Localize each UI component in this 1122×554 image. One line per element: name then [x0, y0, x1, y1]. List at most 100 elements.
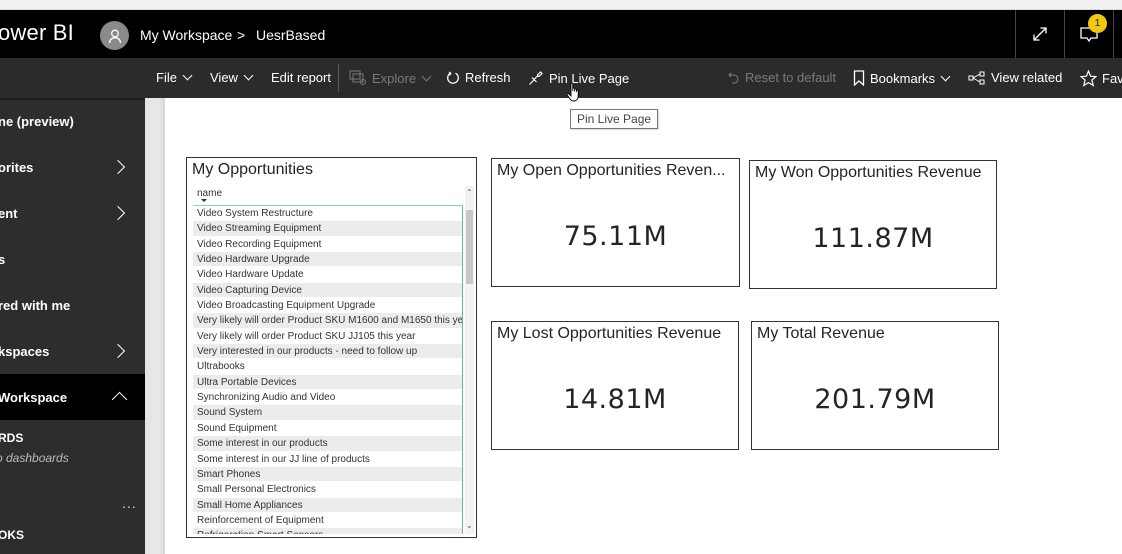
- breadcrumb-report[interactable]: UesrBased: [256, 27, 325, 43]
- table-row[interactable]: Small Home Appliances: [193, 497, 462, 513]
- bookmarks-label: Bookmarks: [870, 70, 936, 86]
- table-row[interactable]: Some interest in our JJ line of products: [193, 452, 462, 467]
- chevron-up-icon: [111, 391, 128, 408]
- sidebar-item-recent[interactable]: ent: [0, 190, 145, 236]
- share-nodes-icon: [968, 71, 985, 84]
- more-options-button[interactable]: ...: [122, 495, 137, 511]
- card-value: 201.79M: [814, 384, 936, 415]
- card-value: 75.11M: [563, 221, 668, 252]
- refresh-button[interactable]: Refresh: [446, 70, 511, 85]
- header-overflow-button[interactable]: [1113, 10, 1122, 58]
- table-row[interactable]: Reinforcement of Equipment: [193, 513, 462, 529]
- star-icon: [1080, 70, 1097, 87]
- refresh-label: Refresh: [465, 70, 511, 85]
- scroll-up-icon[interactable]: ⌃: [466, 188, 473, 197]
- table-row[interactable]: Video Broadcasting Equipment Upgrade: [193, 298, 462, 314]
- file-menu[interactable]: File: [156, 70, 193, 85]
- browser-top-strip: [0, 0, 1122, 10]
- undo-icon: [728, 72, 739, 84]
- bookmarks-menu[interactable]: Bookmarks: [853, 70, 951, 86]
- card-title: My Total Revenue: [757, 325, 885, 342]
- column-header-label: name: [197, 188, 223, 199]
- chevron-down-icon: [182, 70, 193, 81]
- table-row[interactable]: Video Hardware Upgrade: [193, 252, 462, 268]
- scrollbar-thumb[interactable]: [466, 210, 473, 284]
- file-label: File: [156, 70, 177, 85]
- favorite-button[interactable]: Fav: [1080, 70, 1122, 87]
- toolbar-divider: [338, 64, 339, 92]
- sidebar-item-my-workspace[interactable]: Workspace: [0, 374, 145, 420]
- table-row[interactable]: Video Streaming Equipment: [193, 221, 462, 237]
- table-row[interactable]: Ultra Portable Devices: [193, 374, 462, 391]
- app-header: ower BI My Workspace > UesrBased 1: [0, 10, 1122, 58]
- table-row[interactable]: Very likely will order Product SKU JJ105…: [193, 329, 462, 345]
- notification-badge: 1: [1088, 14, 1107, 33]
- explore-label: Explore: [372, 70, 417, 86]
- table-row[interactable]: Video Hardware Update: [193, 267, 462, 283]
- pin-live-page-label: Pin Live Page: [549, 70, 630, 86]
- sidebar-item-favorites[interactable]: orites: [0, 144, 145, 190]
- breadcrumb-separator: >: [237, 27, 246, 43]
- table-row[interactable]: Video Capturing Device: [193, 282, 462, 299]
- sidebar-item-label: Workspace: [0, 389, 68, 405]
- hand-pointer-cursor: [566, 82, 579, 102]
- card-value: 14.81M: [563, 384, 667, 415]
- reset-to-default-button[interactable]: Reset to default: [728, 70, 836, 85]
- table-row[interactable]: Sound System: [193, 405, 462, 421]
- table-row[interactable]: Video System Restructure: [193, 206, 462, 222]
- app-brand: ower BI: [0, 20, 74, 45]
- kpi-card-open-revenue[interactable]: My Open Opportunities Reven... 75.11M: [491, 158, 740, 287]
- kpi-card-won-revenue[interactable]: My Won Opportunities Revenue 111.87M: [749, 160, 997, 289]
- sidebar-item-label: ne (preview): [0, 113, 74, 129]
- sidebar-item-home[interactable]: ne (preview): [0, 98, 145, 144]
- edit-report-button[interactable]: Edit report: [271, 70, 331, 85]
- report-toolbar: File View Edit report Explore Refresh Pi…: [0, 58, 1122, 98]
- table-row[interactable]: Very interested in our products - need t…: [193, 344, 462, 360]
- edit-report-label: Edit report: [271, 70, 331, 85]
- table-row[interactable]: Ultrabooks: [193, 359, 462, 375]
- favorite-label: Fav: [1102, 71, 1122, 86]
- sidebar-item-workspaces[interactable]: kspaces: [0, 328, 145, 374]
- table-row[interactable]: Some interest in our products: [193, 436, 462, 452]
- card-value: 111.87M: [812, 223, 934, 254]
- sidebar-item-apps[interactable]: s: [0, 236, 145, 282]
- no-dashboards-note: o dashboards: [0, 451, 69, 465]
- card-title: My Open Opportunities Reven...: [497, 162, 726, 179]
- breadcrumb-workspace[interactable]: My Workspace: [140, 27, 232, 43]
- pin-live-page-tooltip: Pin Live Page: [570, 109, 659, 129]
- canvas-gutter: [145, 98, 165, 554]
- sidebar-item-label: kspaces: [0, 343, 50, 359]
- comments-button[interactable]: 1: [1064, 10, 1112, 58]
- sidebar-item-shared-with-me[interactable]: red with me: [0, 282, 145, 328]
- kpi-card-lost-revenue[interactable]: My Lost Opportunities Revenue 14.81M: [491, 321, 739, 450]
- chevron-right-icon: [110, 343, 126, 359]
- workspace-avatar[interactable]: [100, 21, 129, 50]
- my-opportunities-table[interactable]: My Opportunities name Video System Restr…: [186, 157, 477, 538]
- table-row[interactable]: Synchronizing Audio and Video: [193, 390, 462, 406]
- sidebar-item-label: ent: [0, 205, 18, 221]
- column-header-name[interactable]: name: [193, 186, 463, 206]
- table-row[interactable]: Video Recording Equipment: [193, 237, 462, 253]
- table-row[interactable]: Smart Phones: [193, 466, 462, 483]
- view-related-button[interactable]: View related: [968, 70, 1062, 85]
- card-title: My Won Opportunities Revenue: [755, 164, 982, 181]
- refresh-icon: [447, 71, 459, 84]
- table-title: My Opportunities: [192, 161, 313, 178]
- bookmark-icon: [853, 70, 865, 86]
- workbooks-heading: OKS: [0, 528, 25, 542]
- table-scrollbar[interactable]: ⌃ ⌄: [465, 186, 474, 534]
- nav-sidebar: ne (preview) orites ent s red with me ks…: [0, 98, 145, 554]
- full-screen-button[interactable]: [1015, 10, 1063, 58]
- kpi-card-total-revenue[interactable]: My Total Revenue 201.79M: [751, 321, 999, 450]
- table-row[interactable]: Refrigeration Smart Sensors: [193, 528, 462, 534]
- table-row[interactable]: Sound Equipment: [193, 421, 462, 437]
- scroll-down-icon[interactable]: ⌄: [466, 521, 473, 530]
- view-related-label: View related: [991, 70, 1063, 85]
- table-row[interactable]: Small Personal Electronics: [193, 482, 462, 498]
- table-body: Video System Restructure Video Streaming …: [193, 206, 463, 534]
- view-menu[interactable]: View: [210, 70, 254, 85]
- table-row[interactable]: Very likely will order Product SKU M1600…: [193, 313, 462, 329]
- chevron-down-icon: [421, 71, 432, 81]
- explore-menu[interactable]: Explore: [349, 70, 432, 86]
- expand-icon: [1032, 27, 1047, 41]
